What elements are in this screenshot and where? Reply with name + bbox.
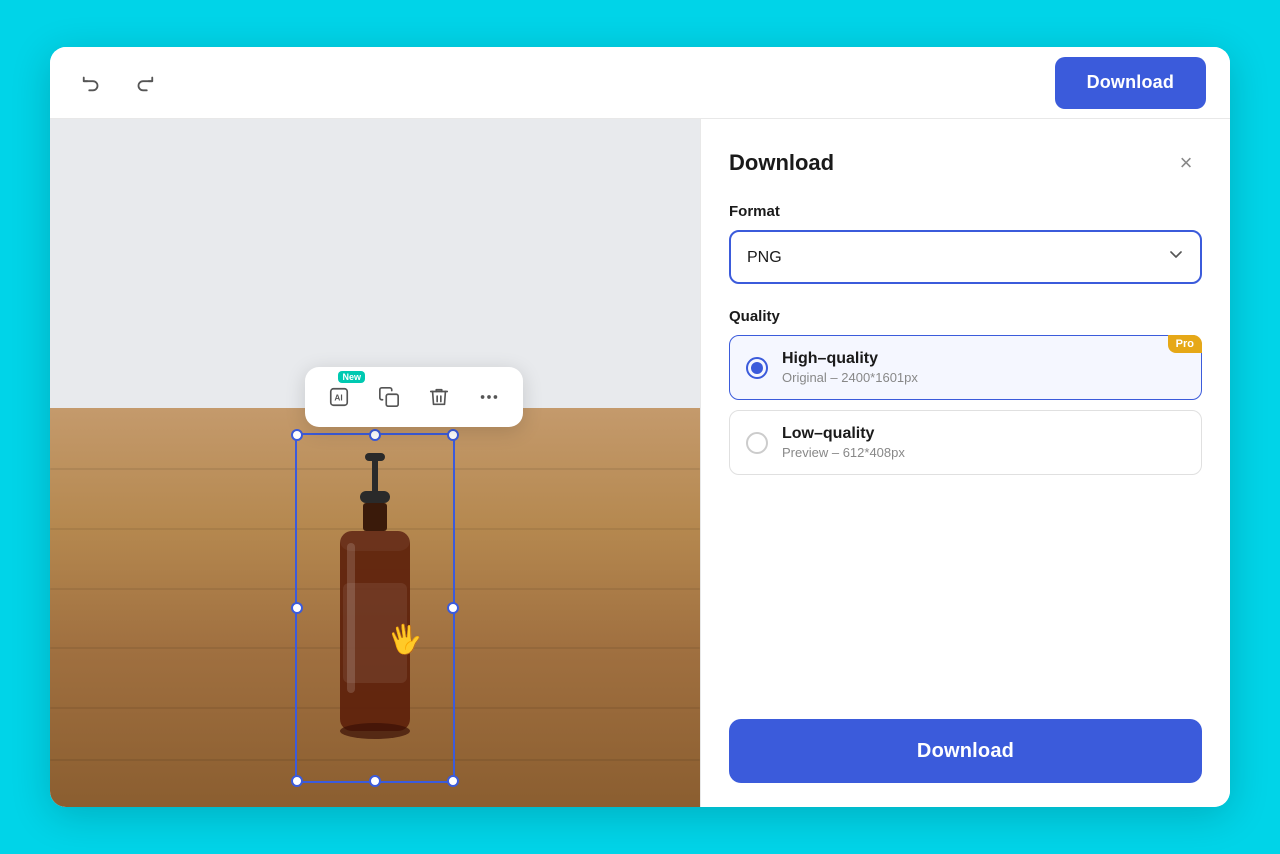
bottle-with-selection[interactable]: [305, 453, 445, 773]
canvas-area: New AI: [50, 119, 700, 807]
floating-toolbar: New AI: [305, 367, 523, 427]
more-options-button[interactable]: [467, 375, 511, 419]
undo-icon: [81, 72, 103, 94]
new-badge: New: [338, 371, 365, 383]
panel-spacer: [729, 499, 1202, 719]
handle-bottom-middle[interactable]: [369, 775, 381, 787]
download-panel: Download × Format PNG JPG SVG PDF WEBP: [700, 119, 1230, 807]
toolbar-left: [74, 65, 162, 101]
format-select-wrapper: PNG JPG SVG PDF WEBP: [729, 230, 1202, 284]
main-content: New AI: [50, 119, 1230, 807]
radio-high: [746, 357, 768, 379]
download-top-button[interactable]: Download: [1055, 57, 1206, 109]
pro-badge: Pro: [1168, 335, 1202, 353]
download-panel-button[interactable]: Download: [729, 719, 1202, 783]
panel-header: Download ×: [729, 147, 1202, 179]
quality-options: High–quality Original – 2400*1601px Pro …: [729, 335, 1202, 475]
quality-option-high[interactable]: High–quality Original – 2400*1601px Pro: [729, 335, 1202, 400]
app-window: Download New: [50, 47, 1230, 807]
radio-low: [746, 432, 768, 454]
more-icon: [478, 386, 500, 408]
undo-button[interactable]: [74, 65, 110, 101]
copy-icon: [378, 386, 400, 408]
handle-top-middle[interactable]: [369, 429, 381, 441]
handle-top-right[interactable]: [447, 429, 459, 441]
radio-inner-high: [751, 362, 763, 374]
format-select[interactable]: PNG JPG SVG PDF WEBP: [729, 230, 1202, 284]
selection-box: [295, 433, 455, 783]
svg-text:AI: AI: [334, 393, 342, 402]
quality-text-high: High–quality Original – 2400*1601px: [782, 350, 918, 385]
ai-button[interactable]: New AI: [317, 375, 361, 419]
redo-button[interactable]: [126, 65, 162, 101]
close-panel-button[interactable]: ×: [1170, 147, 1202, 179]
handle-middle-left[interactable]: [291, 602, 303, 614]
quality-desc-high: Original – 2400*1601px: [782, 370, 918, 385]
toolbar: Download: [50, 47, 1230, 119]
quality-text-low: Low–quality Preview – 612*408px: [782, 425, 905, 460]
handle-middle-right[interactable]: [447, 602, 459, 614]
copy-element-button[interactable]: [367, 375, 411, 419]
quality-option-low[interactable]: Low–quality Preview – 612*408px: [729, 410, 1202, 475]
quality-desc-low: Preview – 612*408px: [782, 445, 905, 460]
redo-icon: [133, 72, 155, 94]
panel-title: Download: [729, 150, 834, 176]
quality-name-high: High–quality: [782, 350, 918, 368]
delete-element-button[interactable]: [417, 375, 461, 419]
handle-bottom-right[interactable]: [447, 775, 459, 787]
handle-bottom-left[interactable]: [291, 775, 303, 787]
handle-top-left[interactable]: [291, 429, 303, 441]
quality-name-low: Low–quality: [782, 425, 905, 443]
format-label: Format: [729, 203, 1202, 220]
ai-icon: AI: [328, 386, 350, 408]
trash-icon: [428, 386, 450, 408]
quality-label: Quality: [729, 308, 1202, 325]
